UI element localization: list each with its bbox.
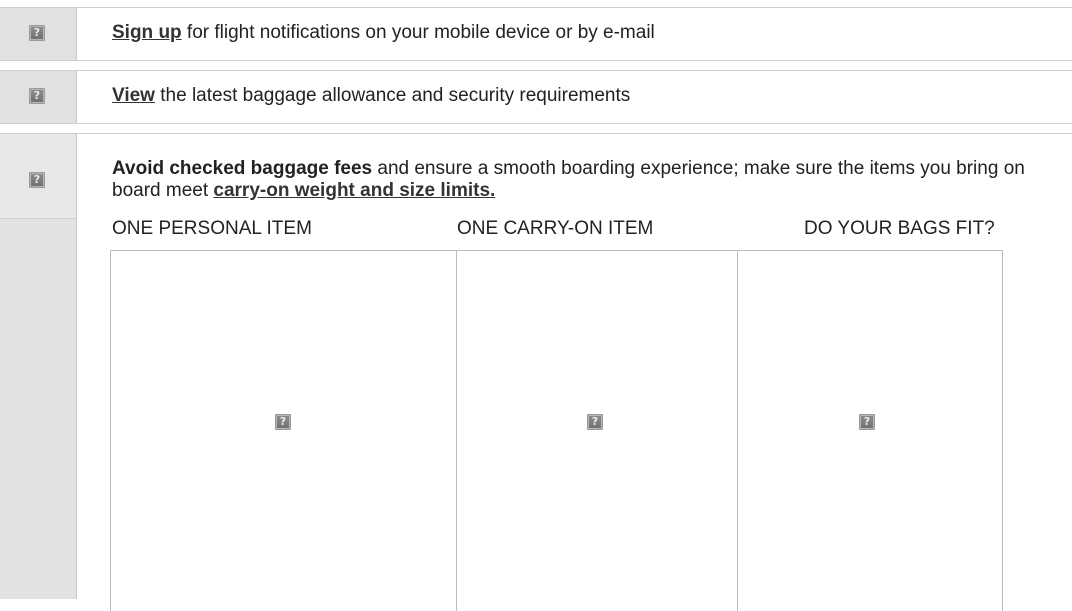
broken-image-icon: ? <box>275 414 291 430</box>
row-gutter: ? <box>0 71 77 123</box>
carry-on-limits-link[interactable]: carry-on weight and size limits. <box>213 180 495 201</box>
broken-image-icon: ? <box>587 414 603 430</box>
carry-on-item-panel: ? <box>456 250 738 611</box>
baggage-info-desc: the latest baggage allowance and securit… <box>154 85 631 106</box>
notification-signup-text: Sign up for flight notifications on your… <box>112 22 655 44</box>
broken-image-icon: ? <box>29 172 45 188</box>
baggage-info-text: View the latest baggage allowance and se… <box>112 85 630 107</box>
view-link[interactable]: View <box>112 85 155 106</box>
notification-signup-desc: for flight notifications on your mobile … <box>181 22 655 43</box>
row-gutter: ? <box>0 8 77 60</box>
broken-image-icon: ? <box>29 88 45 104</box>
column-title-personal-item: ONE PERSONAL ITEM <box>112 218 312 239</box>
column-title-carry-on-item: ONE CARRY-ON ITEM <box>457 218 654 239</box>
broken-image-icon: ? <box>859 414 875 430</box>
carry-on-lead: Avoid checked baggage fees <box>112 158 373 179</box>
sign-up-link[interactable]: Sign up <box>112 22 182 43</box>
personal-item-panel: ? <box>110 250 458 611</box>
carry-on-paragraph: Avoid checked baggage fees and ensure a … <box>112 158 1052 202</box>
bags-fit-panel: ? <box>737 250 1003 611</box>
broken-image-icon: ? <box>29 25 45 41</box>
baggage-info-row: ? View the latest baggage allowance and … <box>0 70 1072 124</box>
notification-signup-row: ? Sign up for flight notifications on yo… <box>0 7 1072 61</box>
row-gutter: ? <box>0 134 77 599</box>
column-title-bags-fit: DO YOUR BAGS FIT? <box>804 218 995 239</box>
